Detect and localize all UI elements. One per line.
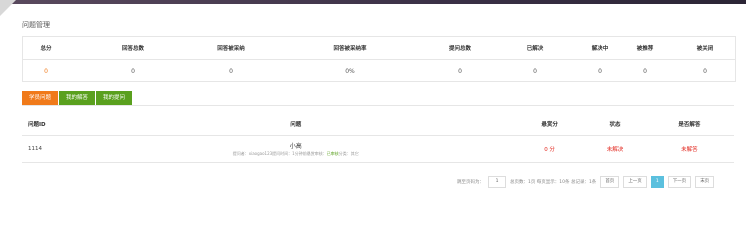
table-header-row: 问题ID 问题 悬赏分 状态 是否解答 [22, 113, 734, 136]
stats-header-row: 总分 回答总数 回答被采纳 回答被采纳率 提问总数 已解决 解决中 被推荐 被关… [23, 37, 735, 60]
col-header-accepted: 是否解答 [678, 122, 701, 128]
question-meta-suffix: 分类：其它 [338, 151, 359, 156]
reward-value: 0 分 [544, 147, 555, 153]
stat-header-solving: 解决中 [591, 46, 609, 52]
stat-value-answers: 0 [131, 67, 135, 75]
stat-header-recommended: 被推荐 [636, 46, 654, 52]
pagination: 跳至页码为： 1 总页数：1页 每页显示：10条 总记录：1条 首页 上一页 1… [455, 176, 716, 188]
col-header-reward: 悬赏分 [541, 122, 558, 128]
stat-header-questions: 提问总数 [448, 46, 471, 52]
stat-header-accept-rate: 回答被采纳率 [333, 46, 367, 52]
stat-header-closed: 被关闭 [696, 46, 714, 52]
page-jump-input[interactable]: 1 [488, 176, 506, 188]
questions-table: 问题ID 问题 悬赏分 状态 是否解答 1114 小高 提问者：xiaogao1… [22, 113, 734, 163]
jump-label: 跳至页码为： [457, 180, 484, 185]
tab-my-answers[interactable]: 我的解答 [59, 91, 96, 105]
stat-value-accepted: 0 [229, 67, 233, 75]
col-header-status: 状态 [609, 122, 621, 128]
tab-my-questions[interactable]: 我的提问 [96, 91, 133, 105]
tab-divider [22, 105, 734, 106]
question-meta: 提问者：xiaogao123提问时间：1分钟前悬赏审核：已审核分类：其它 [78, 151, 514, 157]
question-id: 1114 [28, 146, 42, 152]
table-row[interactable]: 1114 小高 提问者：xiaogao123提问时间：1分钟前悬赏审核：已审核分… [22, 136, 734, 163]
stats-value-row: 0 0 0 0% 0 0 0 0 0 [23, 60, 735, 82]
next-page-button[interactable]: 下一页 [667, 176, 692, 188]
question-reward: 0 分 [514, 145, 585, 153]
stat-header-answers: 回答总数 [121, 46, 144, 52]
question-status: 未解决 [606, 147, 624, 153]
first-page-button[interactable]: 首页 [600, 176, 620, 188]
col-header-id: 问题ID [28, 122, 46, 128]
question-cell: 小高 提问者：xiaogao123提问时间：1分钟前悬赏审核：已审核分类：其它 [78, 141, 514, 157]
top-bar [0, 0, 746, 4]
question-answered: 未解答 [681, 147, 698, 153]
question-tabs: 学员问题 我的解答 我的提问 [22, 91, 133, 105]
col-header-title: 问题 [290, 122, 302, 128]
last-page-button[interactable]: 末页 [695, 176, 715, 188]
stat-header-solved: 已解决 [526, 46, 544, 52]
section-title: 问题管理 [22, 21, 50, 29]
stat-value-questions: 0 [458, 67, 462, 75]
tab-student-questions[interactable]: 学员问题 [22, 91, 59, 105]
stat-value-solving: 0 [598, 67, 602, 75]
question-review-status: 已审核 [326, 151, 339, 156]
current-page-button[interactable]: 1 [650, 176, 664, 188]
stat-value-recommended: 0 [643, 67, 647, 75]
stats-panel: 总分 回答总数 回答被采纳 回答被采纳率 提问总数 已解决 解决中 被推荐 被关… [22, 36, 736, 82]
question-title-link[interactable]: 小高 [78, 141, 514, 150]
stat-value-total-score: 0 [44, 67, 48, 75]
stat-value-closed: 0 [703, 67, 707, 75]
prev-page-button[interactable]: 上一页 [623, 176, 647, 188]
pager-summary: 总页数：1页 每页显示：10条 总记录：1条 [510, 180, 597, 185]
stat-value-accept-rate: 0% [345, 67, 355, 75]
question-meta-prefix: 提问者：xiaogao123提问时间：1分钟前悬赏审核： [232, 151, 327, 156]
stat-header-total-score: 总分 [40, 46, 52, 52]
stat-header-accepted: 回答被采纳 [217, 46, 245, 52]
page-fold-corner [0, 0, 16, 16]
stat-value-solved: 0 [533, 67, 537, 75]
